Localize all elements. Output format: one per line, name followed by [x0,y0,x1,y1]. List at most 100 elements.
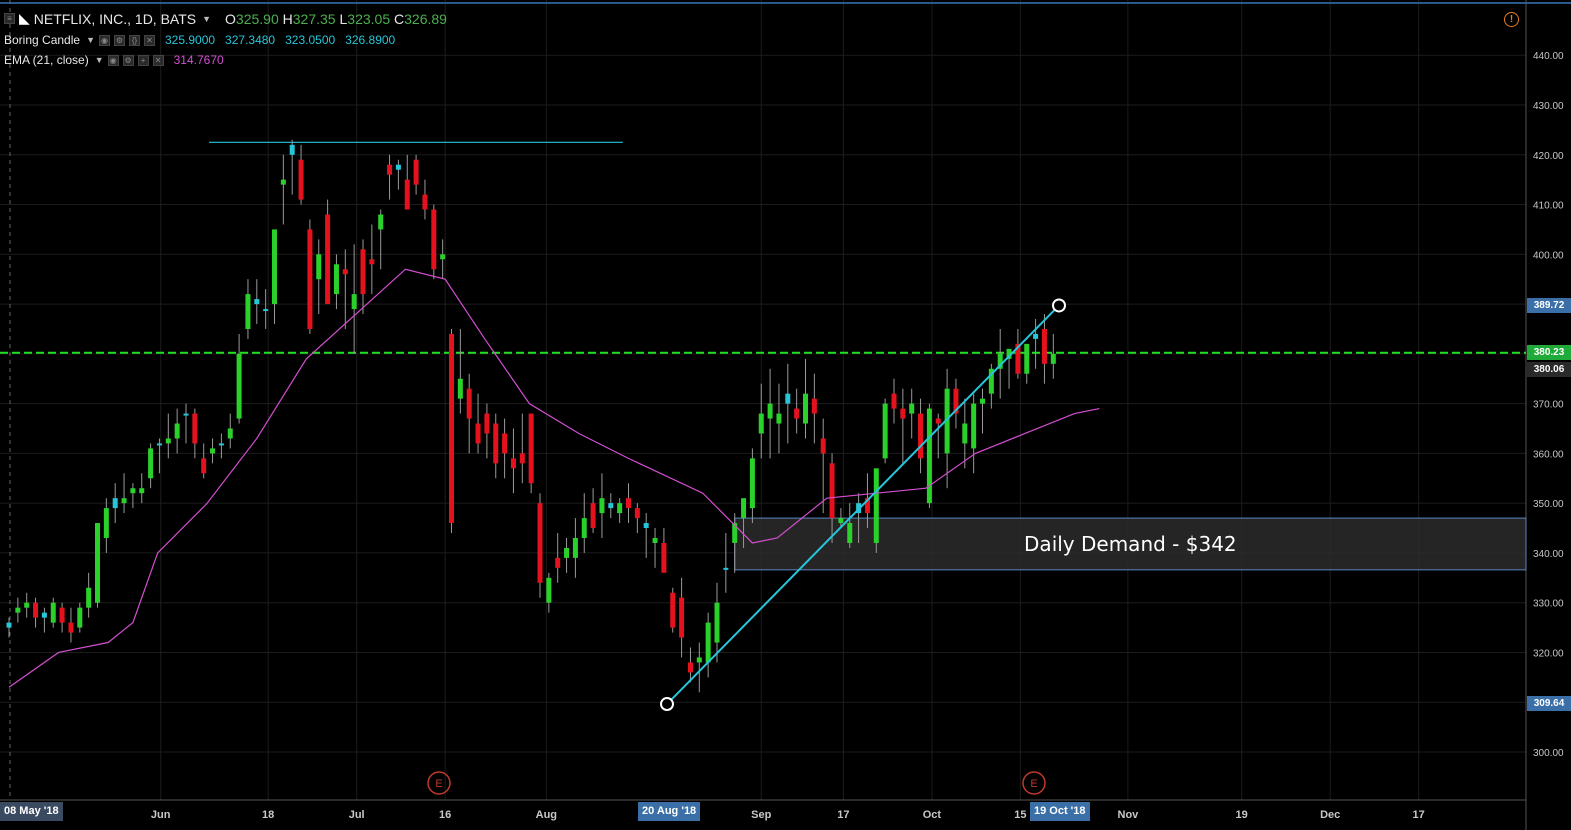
x-tick-label: Jul [349,809,365,821]
candle-body [767,403,773,419]
settings-icon[interactable]: ⚙ [113,34,125,46]
candle-body [1024,343,1030,374]
candle-body [263,309,269,312]
candle-body [581,518,587,538]
candle-body [316,254,322,280]
x-tick-label: Sep [751,809,771,821]
candle-body [183,413,189,416]
settings-icon[interactable]: ⚙ [122,54,134,66]
x-tick-label: Oct [923,809,942,821]
x-tick-label: Nov [1118,809,1140,821]
source-icon[interactable]: {} [128,34,140,46]
indicator-name[interactable]: EMA (21, close) [4,53,89,67]
candle-body [440,254,446,260]
candle-body [723,567,729,570]
eye-icon[interactable]: ◉ [98,34,110,46]
time-marker-end: 19 Oct '18 [1030,802,1090,821]
candle-body [210,448,216,454]
price-chart[interactable]: 300.00310.00320.00330.00340.00350.00360.… [0,0,1571,830]
candle-body [882,403,888,459]
demand-zone-label: Daily Demand - $342 [1024,532,1237,556]
candle-body [174,423,180,439]
candle-body [457,378,463,399]
candle-body [564,547,570,558]
candle-body [679,597,685,638]
candle-body [741,498,747,519]
candle-body [643,523,649,529]
candle-body [732,523,738,543]
candle-body [785,393,791,404]
x-tick-label: Aug [536,809,557,821]
high-value: 327.35 [292,10,336,27]
symbol-title[interactable]: NETFLIX, INC., 1D, BATS [34,11,196,27]
candle-body [307,229,313,329]
chart-menu-icon[interactable]: ≡ [4,13,15,24]
candle-body [413,159,419,185]
candle-body [811,398,817,414]
candle-body [360,249,366,295]
candle-body [838,518,844,524]
candle-body [484,413,490,434]
symbol-header[interactable]: ≡ ◣ NETFLIX, INC., 1D, BATS ▼ O325.90 H3… [4,10,447,27]
candle-body [820,438,826,454]
candle-body [900,408,906,419]
candle-body [41,612,47,618]
x-tick-label: 15 [1014,809,1026,821]
candle-body [794,408,800,419]
time-marker-mid: 20 Aug '18 [638,802,701,821]
candle-body [148,448,154,479]
indicator-boring-candle[interactable]: Boring Candle ▼ ◉ ⚙ {} ✕ 325.9000 327.34… [4,33,395,47]
candle-body [705,622,711,663]
candle-body [634,508,640,519]
indicator-value: 325.9000 [164,33,216,47]
candle-body [325,214,331,305]
y-tick-label: 360.00 [1533,449,1564,460]
candle-body [112,498,118,509]
candle-body [546,577,552,603]
candle-body [696,657,702,663]
indicator-value: 323.0500 [285,33,336,47]
x-tick-label: Jun [151,809,171,821]
price-marker-current: 380.23 [1527,345,1571,360]
indicator-ema[interactable]: EMA (21, close) ▼ ◉ ⚙ + ✕ 314.7670 [4,53,224,67]
candle-body [192,413,198,444]
indicator-name[interactable]: Boring Candle [4,33,80,47]
earnings-label: E [1030,778,1037,790]
y-tick-label: 400.00 [1533,250,1564,261]
chevron-down-icon[interactable]: ▼ [202,14,211,24]
candle-body [909,403,915,414]
candle-body [661,542,667,573]
candle-body [935,418,941,424]
candle-body [847,523,853,543]
candle-body [758,413,764,434]
candle-body [24,602,30,608]
candle-body [254,299,260,305]
y-tick-label: 330.00 [1533,599,1564,610]
flag-icon: ◣ [19,10,30,26]
trendline-handle [1052,298,1066,313]
ema-line [8,268,1100,688]
chevron-down-icon[interactable]: ▼ [95,55,104,65]
candle-body [714,602,720,643]
alert-icon[interactable]: ! [1504,12,1519,27]
candle-body [449,333,454,524]
candle-body [572,537,578,558]
candle-body [422,194,428,210]
close-icon[interactable]: ✕ [152,54,164,66]
add-icon[interactable]: + [137,54,149,66]
chevron-down-icon[interactable]: ▼ [86,35,95,45]
x-tick-label: Dec [1320,809,1340,821]
candle-body [298,159,304,200]
indicator-value: 327.3480 [225,33,276,47]
candle-body [289,144,295,155]
x-tick-label: 17 [1413,809,1425,821]
candle-body [378,214,384,230]
candle-body [493,423,499,464]
y-tick-label: 320.00 [1533,648,1564,659]
candle-body [165,438,171,444]
candle-body [86,587,92,608]
candle-body [404,179,410,210]
close-icon[interactable]: ✕ [143,34,155,46]
eye-icon[interactable]: ◉ [107,54,119,66]
candle-body [971,403,977,449]
